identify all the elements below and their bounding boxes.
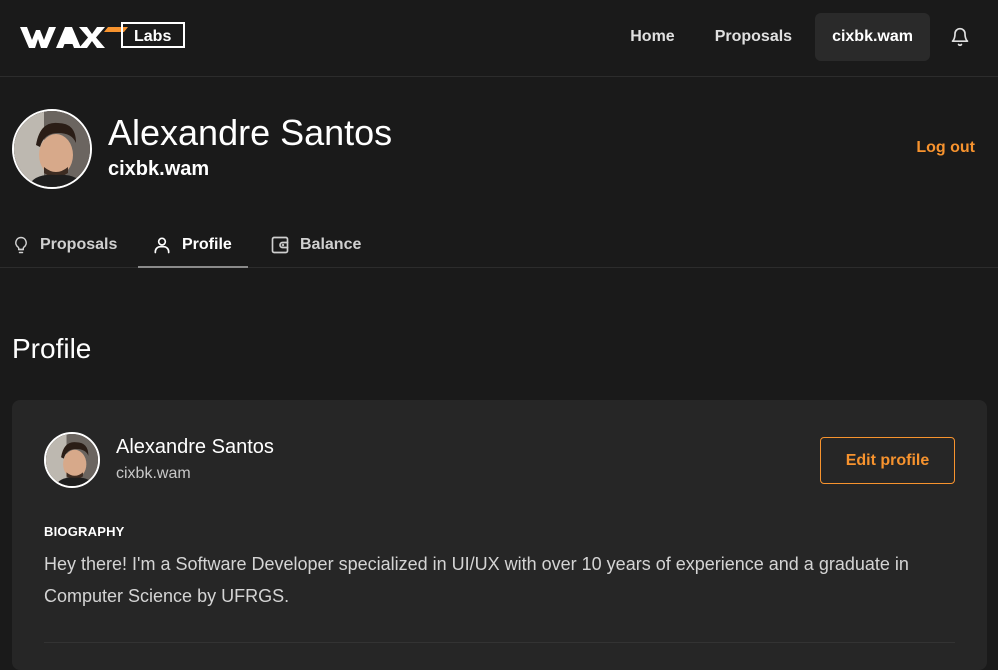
wax-labs-logo[interactable]: Labs — [20, 20, 186, 54]
nav-account[interactable]: cixbk.wam — [815, 13, 930, 61]
nav-proposals[interactable]: Proposals — [698, 13, 809, 61]
card-account: cixbk.wam — [116, 465, 191, 482]
tab-label: Proposals — [40, 236, 118, 253]
biography-text: Hey there! I'm a Software Developer spec… — [44, 554, 909, 606]
profile-name: Alexandre Santos — [108, 112, 393, 153]
logout-button[interactable]: Log out — [916, 139, 975, 157]
user-icon — [154, 237, 170, 254]
tab-label: Balance — [300, 236, 362, 253]
divider — [44, 642, 955, 643]
profile-tabs: Proposals Profile Balance — [0, 222, 998, 268]
tab-balance[interactable]: Balance — [270, 222, 361, 268]
avatar — [12, 109, 92, 189]
logo-text: Labs — [134, 28, 171, 45]
edit-profile-button[interactable]: Edit profile — [820, 437, 955, 484]
active-tab-indicator — [138, 266, 248, 268]
tab-label: Profile — [182, 236, 232, 253]
profile-account: cixbk.wam — [108, 158, 210, 180]
wallet-icon — [271, 236, 289, 254]
profile-card: Alexandre Santos cixbk.wam Edit profile … — [12, 400, 987, 670]
section-title: Profile — [12, 333, 92, 364]
main-nav: Home Proposals cixbk.wam — [607, 13, 998, 61]
tab-proposals[interactable]: Proposals — [12, 222, 117, 268]
card-name: Alexandre Santos — [116, 436, 274, 458]
bell-icon[interactable] — [936, 13, 984, 61]
nav-home[interactable]: Home — [613, 13, 691, 61]
top-navigation-bar: Labs Home Proposals cixbk.wam — [0, 0, 998, 77]
tab-profile[interactable]: Profile — [152, 222, 232, 268]
lightbulb-icon — [15, 236, 27, 254]
biography-label: BIOGRAPHY — [44, 524, 125, 539]
avatar — [44, 432, 100, 488]
